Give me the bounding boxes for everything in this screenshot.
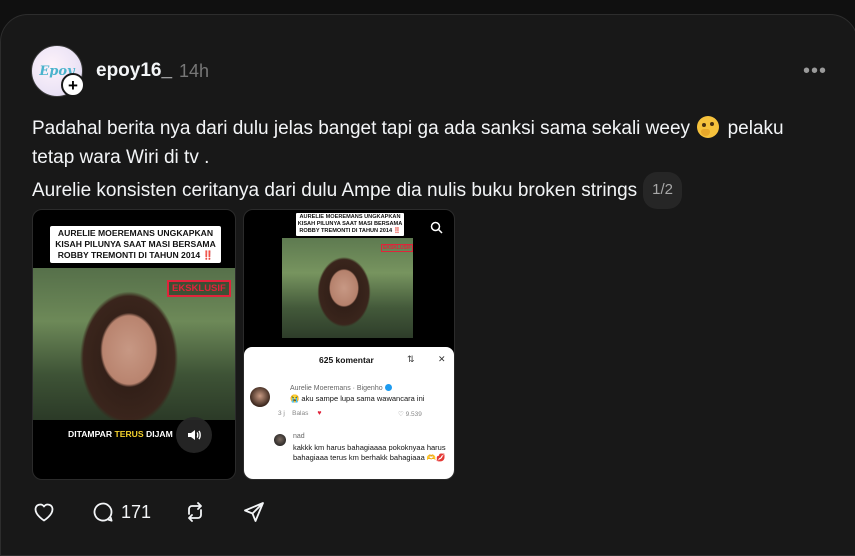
exclusive-stamp: EKSKLUSIF [381, 244, 414, 252]
comment-author: Aurelie Moeremans · Bigenho [290, 384, 392, 392]
post-text-line-1: Padahal berita nya dari dulu jelas bange… [32, 116, 784, 139]
send-icon [244, 502, 264, 522]
image-thumbnail-2[interactable]: AURELIE MOEREMANS UNGKAPKAN KISAH PILUNY… [243, 209, 455, 480]
follow-plus-icon[interactable]: + [61, 73, 85, 97]
image-frame: EKSKLUSIF [282, 238, 414, 338]
exclusive-stamp: EKSKLUSIF [167, 280, 231, 297]
comment-author: nad [293, 433, 305, 440]
post-text: Padahal berita nya dari dulu jelas bange… [32, 115, 832, 209]
comment-text: 😭 aku sampe lupa sama wawancara ini [290, 394, 425, 403]
repost-icon [188, 502, 202, 522]
heart-icon [34, 503, 54, 522]
more-options-icon[interactable]: ••• [803, 60, 827, 83]
verified-icon [384, 384, 392, 391]
search-icon [430, 221, 443, 234]
post-time[interactable]: 14h [179, 61, 209, 82]
comments-count: 625 komentar [319, 355, 374, 365]
page-indicator: 1/2 [643, 172, 683, 209]
close-icon: ✕ [438, 354, 446, 364]
comment-meta: 3 j Balas ♥ [278, 410, 322, 417]
speaker-icon [188, 430, 201, 440]
avatar [274, 434, 286, 446]
video-thumbnail-1[interactable]: AURELIE MOEREMANS UNGKAPKAN KISAH PILUNY… [32, 209, 236, 480]
like-button[interactable] [32, 500, 56, 524]
sound-toggle-button[interactable] [176, 417, 212, 453]
comment-count: 171 [121, 501, 152, 522]
comment-button[interactable]: 171 [91, 500, 151, 524]
image-title-overlay: AURELIE MOEREMANS UNGKAPKAN KISAH PILUNY… [296, 213, 404, 236]
post-text-line-3: Aurelie konsisten ceritanya dari dulu Am… [32, 172, 832, 209]
username[interactable]: epoy16_ [96, 60, 172, 82]
share-button[interactable] [242, 500, 266, 524]
comment-icon [93, 502, 113, 522]
comments-panel: 625 komentar ⇅ ✕ Aurelie Moeremans · Big… [244, 347, 454, 479]
video-caption: DITAMPAR TERUS DIJAM [68, 429, 173, 439]
repost-button[interactable] [183, 500, 207, 524]
sort-icon: ⇅ [407, 354, 415, 364]
avatar [250, 387, 270, 407]
post-text-line-2: tetap wara Wiri di tv . [32, 146, 210, 168]
comment-text: kakkk km harus bahagiaaaa pokoknyaa haru… [293, 443, 446, 462]
thinking-face-icon [697, 116, 720, 138]
heart-icon: ♥ [317, 410, 322, 417]
comment-likes: ♡ 9.539 [398, 411, 422, 418]
video-title-overlay: AURELIE MOEREMANS UNGKAPKAN KISAH PILUNY… [50, 226, 221, 263]
